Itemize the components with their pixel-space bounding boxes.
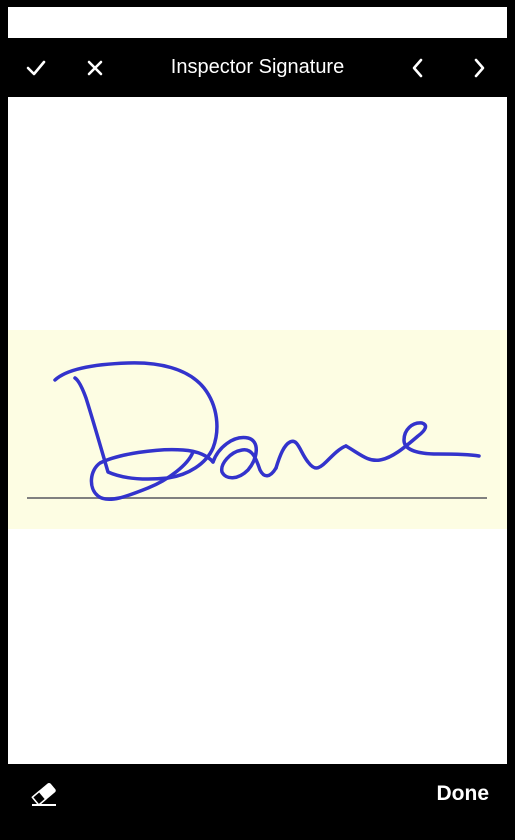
signature-stroke-v xyxy=(274,439,348,470)
status-strip xyxy=(8,7,507,38)
bottom-bar: Done xyxy=(0,764,515,840)
signature-drawing xyxy=(27,361,487,501)
eraser-icon xyxy=(31,782,56,806)
previous-button[interactable] xyxy=(396,38,440,97)
signature-stroke-a xyxy=(211,435,278,480)
accept-button[interactable] xyxy=(14,38,58,97)
signature-stroke-d xyxy=(53,361,219,481)
chevron-right-icon xyxy=(474,58,485,77)
signature-area[interactable] xyxy=(8,330,507,529)
next-button[interactable] xyxy=(457,38,501,97)
checkmark-icon xyxy=(26,60,46,75)
eraser-button[interactable] xyxy=(24,778,64,810)
cancel-button[interactable] xyxy=(73,38,117,97)
chevron-left-icon xyxy=(412,58,423,77)
close-icon xyxy=(87,60,103,75)
done-button[interactable]: Done xyxy=(437,780,490,808)
toolbar: Inspector Signature xyxy=(0,38,515,97)
signature-stroke-e xyxy=(344,421,481,463)
signature-canvas[interactable] xyxy=(8,97,507,764)
